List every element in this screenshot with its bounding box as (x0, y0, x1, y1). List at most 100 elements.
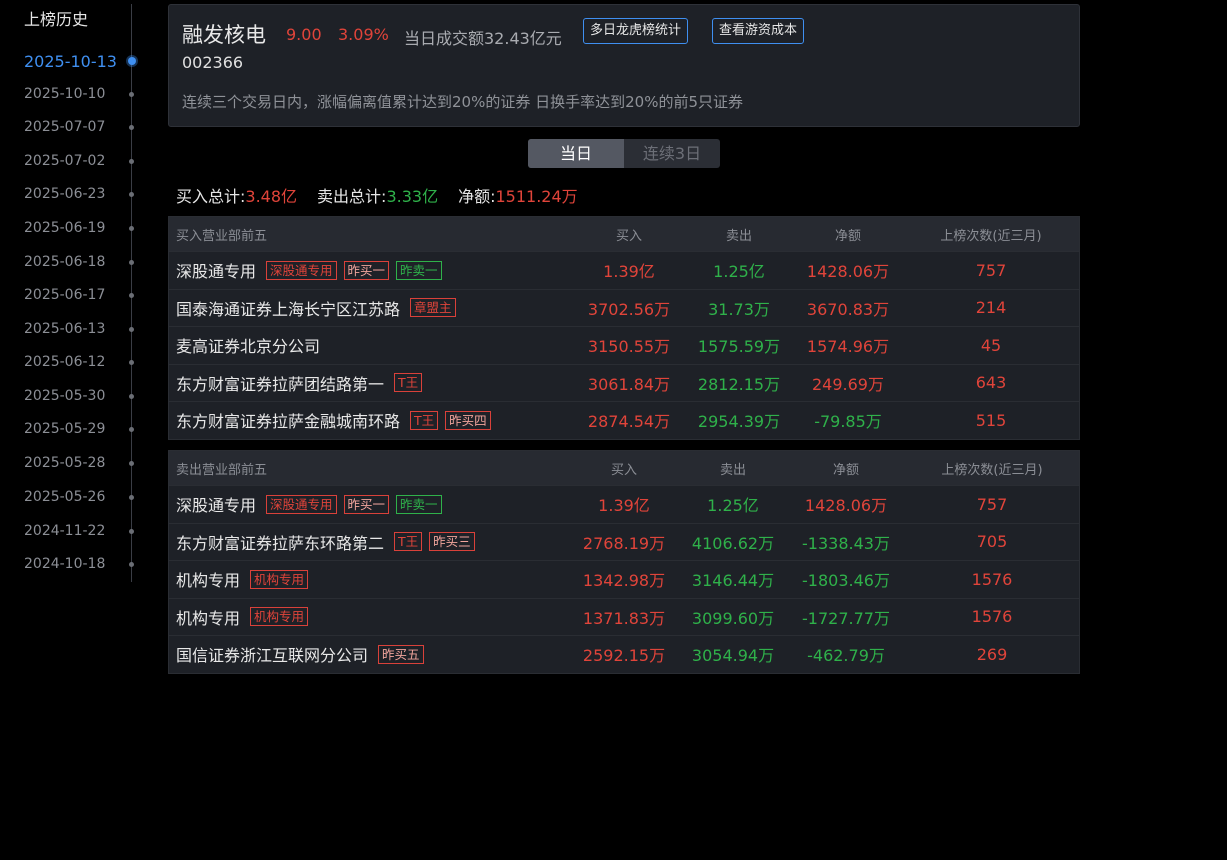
seat-tag-badge: T王 (410, 410, 439, 430)
seat-name-cell: 东方财富证券拉萨团结路第一 T王 (176, 365, 423, 402)
seat-tag-badge: 昨买四 (445, 410, 491, 430)
history-date-item[interactable]: 2025-06-23 (24, 186, 105, 202)
net-amount-cell: 1574.96万 (806, 337, 890, 357)
seat-tag-badge: 机构专用 (250, 607, 309, 627)
timeline-dot (129, 529, 134, 534)
history-date-item[interactable]: 2025-07-02 (24, 153, 105, 169)
table-row[interactable]: 深股通专用 深股通专用 昨买一 昨卖一 1.39亿 1.25亿 1428.06万 757 (169, 251, 1079, 289)
timeline-dot (129, 360, 134, 365)
timeline-dot (129, 562, 134, 567)
history-date-item[interactable]: 2025-05-26 (24, 489, 105, 505)
header-name: 卖出营业部前五 (176, 462, 268, 478)
tab-three-days[interactable]: 连续3日 (624, 139, 720, 168)
seat-tag-badge: T王 (394, 373, 423, 393)
net-amount-cell: -1803.46万 (802, 571, 890, 591)
seat-name[interactable]: 深股通专用 (176, 492, 256, 516)
listing-count-cell: 269 (976, 644, 1008, 664)
seat-tag-badge: 昨卖一 (396, 494, 442, 514)
timeline-dot (129, 461, 134, 466)
sell-total-value: 3.33亿 (386, 187, 439, 206)
seat-tag-badge: 昨买五 (378, 644, 424, 664)
history-date-item[interactable]: 2025-06-17 (24, 287, 105, 303)
timeline-dot (129, 495, 134, 500)
timeline-dot (129, 92, 134, 97)
table-row[interactable]: 机构专用 机构专用 1371.83万 3099.60万 -1727.77万 1576 (169, 597, 1079, 636)
table-row[interactable]: 东方财富证券拉萨团结路第一 T王 3061.84万 2812.15万 249.69万 64… (169, 363, 1079, 402)
seat-name[interactable]: 国信证券浙江互联网分公司 (176, 642, 368, 666)
seat-tag-badge: 深股通专用 (266, 494, 337, 514)
listing-count-cell: 515 (975, 410, 1007, 430)
net-amount-cell: -79.85万 (814, 412, 882, 432)
history-date-item[interactable]: 2025-05-30 (24, 388, 105, 404)
net-amount-cell: -1338.43万 (802, 533, 890, 553)
net-total-label: 净额: (458, 187, 496, 206)
history-date-item[interactable]: 2025-06-12 (24, 354, 105, 370)
seat-name[interactable]: 国泰海通证券上海长宁区江苏路 (176, 296, 400, 320)
table-row[interactable]: 机构专用 机构专用 1342.98万 3146.44万 -1803.46万 1576 (169, 560, 1079, 598)
seat-name-cell: 深股通专用 深股通专用 昨买一 昨卖一 (176, 486, 442, 523)
timeline-dot (129, 394, 134, 399)
table-row[interactable]: 国泰海通证券上海长宁区江苏路 章盟主 3702.56万 31.73万 3670.83万 2… (169, 288, 1079, 327)
seat-tag-badge: 昨买一 (343, 260, 390, 280)
turnover-amount: 当日成交额32.43亿元 (404, 29, 562, 48)
seat-name[interactable]: 深股通专用 (176, 258, 256, 282)
seat-name-cell: 机构专用 机构专用 (176, 599, 309, 636)
history-date-item[interactable]: 2025-07-07 (24, 119, 105, 135)
history-date-item[interactable]: 2025-10-13 (24, 52, 117, 71)
seat-name[interactable]: 东方财富证券拉萨金融城南环路 (176, 408, 400, 432)
seat-tag-badge: 昨买三 (429, 532, 475, 552)
multi-day-stats-button[interactable]: 多日龙虎榜统计 (583, 18, 689, 44)
history-date-item[interactable]: 2024-11-22 (24, 523, 105, 539)
seat-name-cell: 深股通专用 深股通专用 昨买一 昨卖一 (176, 252, 442, 289)
history-date-item[interactable]: 2025-05-28 (24, 455, 105, 471)
seat-tag-badge: 章盟主 (410, 298, 456, 318)
history-date-item[interactable]: 2025-06-18 (24, 254, 105, 270)
seat-name-cell: 国泰海通证券上海长宁区江苏路 章盟主 (176, 290, 456, 327)
seat-name[interactable]: 东方财富证券拉萨东环路第二 (176, 530, 384, 554)
timeline-dot (128, 57, 136, 65)
table-row[interactable]: 深股通专用 深股通专用 昨买一 昨卖一 1.39亿 1.25亿 1428.06万 757 (169, 485, 1079, 523)
listing-reason: 连续三个交易日内，涨幅偏离值累计达到20%的证券 日换手率达到20%的前5只证券 (182, 93, 743, 111)
table-row[interactable]: 麦高证券北京分公司 3150.55万 1575.59万 1574.96万 45 (169, 326, 1079, 364)
stock-change-percent: 3.09% (338, 25, 389, 44)
history-date-item[interactable]: 2025-05-29 (24, 421, 105, 437)
timeline-dot (129, 293, 134, 298)
history-date-item[interactable]: 2025-06-19 (24, 220, 105, 236)
view-cost-button[interactable]: 查看游资成本 (712, 18, 805, 44)
listing-count-cell: 643 (975, 373, 1007, 393)
net-total-value: 1511.24万 (495, 187, 578, 206)
listing-count-cell: 757 (976, 494, 1008, 514)
history-date-item[interactable]: 2025-10-10 (24, 86, 105, 102)
history-date-item[interactable]: 2025-06-13 (24, 321, 105, 337)
seat-name[interactable]: 麦高证券北京分公司 (176, 333, 320, 357)
timeline-dot (129, 327, 134, 332)
table-header-row: 买入营业部前五 买入 卖出 净额 上榜次数(近三月) (169, 217, 1079, 251)
seat-name[interactable]: 东方财富证券拉萨团结路第一 (176, 371, 384, 395)
net-amount-cell: 1428.06万 (806, 262, 890, 282)
seat-tag-badge: T王 (394, 532, 423, 552)
timeline-dot (129, 125, 134, 130)
listing-count-cell: 214 (975, 298, 1007, 318)
timeline-dot (129, 159, 134, 164)
listing-count-cell: 1576 (971, 607, 1013, 627)
history-sidebar: 上榜历史 2025-10-13 2025-10-10 2025-07-07 2025-… (0, 0, 140, 600)
table-row[interactable]: 东方财富证券拉萨东环路第二 T王 昨买三 2768.19万 4106.62万 -1338.… (169, 522, 1079, 561)
table-row[interactable]: 东方财富证券拉萨金融城南环路 T王 昨买四 2874.54万 2954.39万 -79.8… (169, 401, 1079, 439)
seat-name[interactable]: 机构专用 (176, 567, 240, 591)
seat-tag-badge: 昨卖一 (396, 260, 442, 280)
net-amount-cell: 249.69万 (812, 374, 884, 394)
seat-name-cell: 东方财富证券拉萨金融城南环路 T王 昨买四 (176, 402, 491, 439)
header-name: 买入营业部前五 (176, 228, 268, 244)
net-amount-cell: -462.79万 (807, 646, 885, 666)
header-net: 净额 (834, 228, 861, 244)
timeline-dot (129, 192, 134, 197)
seat-name[interactable]: 机构专用 (176, 605, 240, 629)
listing-count-cell: 757 (975, 260, 1007, 280)
history-date-item[interactable]: 2024-10-18 (24, 556, 105, 572)
stock-code: 002366 (182, 53, 244, 72)
table-row[interactable]: 国信证券浙江互联网分公司 昨买五 2592.15万 3054.94万 -462.79万 2… (169, 635, 1079, 673)
net-amount-cell: -1727.77万 (802, 608, 890, 628)
seat-name-cell: 麦高证券北京分公司 (176, 327, 320, 364)
sidebar-title: 上榜历史 (24, 10, 89, 29)
tab-today[interactable]: 当日 (528, 139, 624, 168)
